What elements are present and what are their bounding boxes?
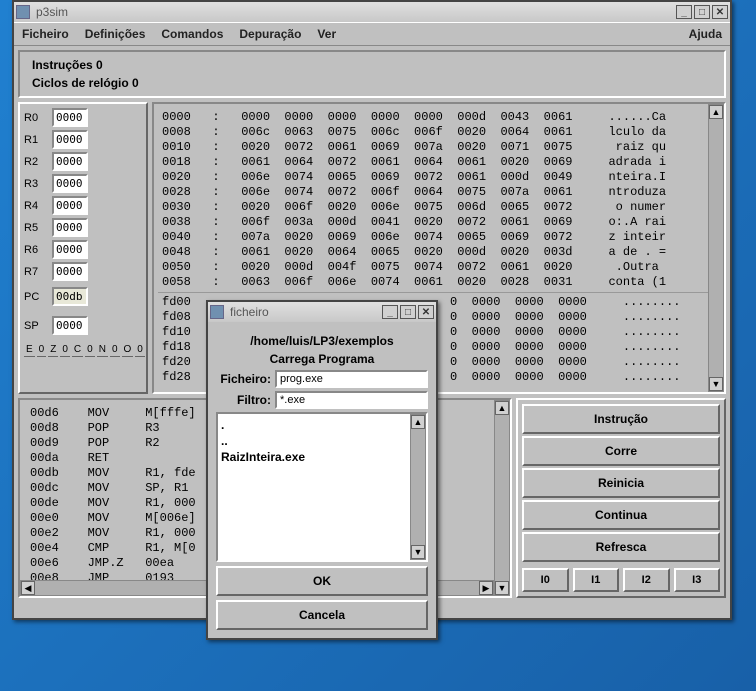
filelist-scrollbar[interactable]: ▲▼ [410,414,426,560]
reg-r5[interactable]: 0000 [52,218,88,237]
scroll-down-icon[interactable]: ▼ [709,377,723,391]
list-item[interactable]: . [221,417,423,433]
reg-r0[interactable]: 0000 [52,108,88,127]
disasm-scrollbar-v[interactable]: ▲▼ [494,400,510,596]
refresh-button[interactable]: Refresca [522,532,720,562]
menu-depuracao[interactable]: Depuração [239,27,301,41]
menubar: Ficheiro Definições Comandos Depuração V… [14,22,730,46]
dialog-maximize-button[interactable]: □ [400,305,416,319]
dialog-title: ficheiro [230,305,380,319]
flags-row: E0 Z0 C0 N0 O0 [24,343,142,357]
reg-r2[interactable]: 0000 [52,152,88,171]
control-panel: Instrução Corre Reinicia Continua Refres… [516,398,726,598]
interrupt-3-button[interactable]: I3 [674,568,721,592]
reg-r7[interactable]: 0000 [52,262,88,281]
main-titlebar[interactable]: p3sim _ □ ✕ [14,2,730,22]
interrupt-0-button[interactable]: I0 [522,568,569,592]
dialog-titlebar[interactable]: ficheiro _ □ ✕ [208,302,436,322]
dialog-path: /home/luis/LP3/exemplos [216,334,428,348]
reg-r3[interactable]: 0000 [52,174,88,193]
file-list[interactable]: . .. RaizInteira.exe ▲▼ [216,412,428,562]
minimize-button[interactable]: _ [676,5,692,19]
reg-pc[interactable]: 00db [52,287,88,306]
reg-r4[interactable]: 0000 [52,196,88,215]
menu-ficheiro[interactable]: Ficheiro [22,27,69,41]
dialog-minimize-button[interactable]: _ [382,305,398,319]
list-item[interactable]: RaizInteira.exe [221,449,423,465]
reg-r6[interactable]: 0000 [52,240,88,259]
scroll-up-icon[interactable]: ▲ [709,105,723,119]
app-icon [16,5,30,19]
reg-r1[interactable]: 0000 [52,130,88,149]
close-button[interactable]: ✕ [712,5,728,19]
main-title: p3sim [36,5,674,19]
continue-button[interactable]: Continua [522,500,720,530]
registers-panel: R00000 R10000 R20000 R30000 R40000 R5000… [18,102,148,394]
ok-button[interactable]: OK [216,566,428,596]
menu-ajuda[interactable]: Ajuda [689,27,722,41]
restart-button[interactable]: Reinicia [522,468,720,498]
file-dialog: ficheiro _ □ ✕ /home/luis/LP3/exemplos C… [206,300,438,640]
maximize-button[interactable]: □ [694,5,710,19]
filter-label: Filtro: [216,393,271,407]
interrupt-2-button[interactable]: I2 [623,568,670,592]
menu-ver[interactable]: Ver [317,27,336,41]
menu-comandos[interactable]: Comandos [161,27,223,41]
menu-definicoes[interactable]: Definições [85,27,146,41]
list-item[interactable]: .. [221,433,423,449]
dialog-caption: Carrega Programa [216,352,428,366]
filter-input[interactable]: *.exe [275,391,428,409]
cancel-button[interactable]: Cancela [216,600,428,630]
run-button[interactable]: Corre [522,436,720,466]
interrupt-1-button[interactable]: I1 [573,568,620,592]
step-button[interactable]: Instrução [522,404,720,434]
reg-sp[interactable]: 0000 [52,316,88,335]
status-instructions: Instruções 0 [24,56,720,74]
dialog-close-button[interactable]: ✕ [418,305,434,319]
dialog-icon [210,305,224,319]
status-cycles: Ciclos de relógio 0 [24,74,720,92]
file-label: Ficheiro: [216,372,271,386]
file-input[interactable]: prog.exe [275,370,428,388]
memory-scrollbar-v[interactable]: ▲ ▼ [708,104,724,392]
